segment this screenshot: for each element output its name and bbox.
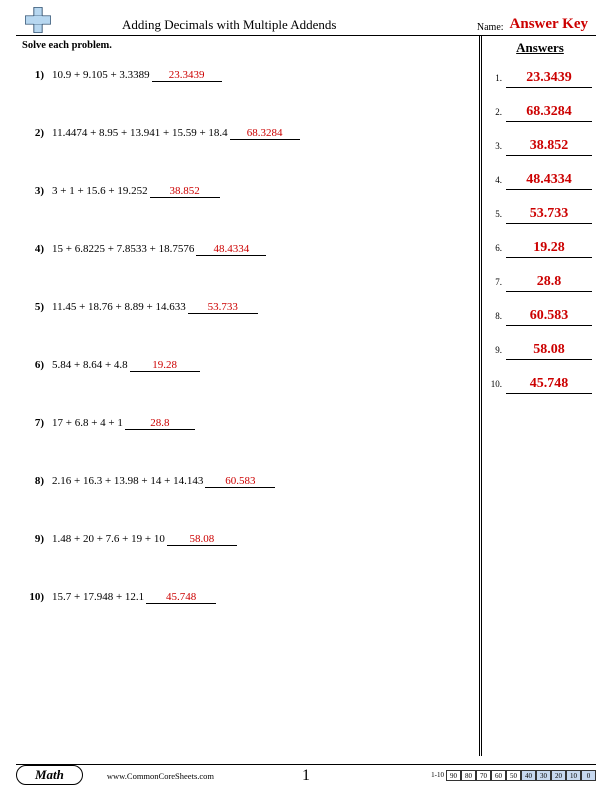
answer-value: 38.852 — [506, 138, 592, 156]
plus-logo-icon — [24, 6, 52, 34]
problem-expression: 11.45 + 18.76 + 8.89 + 14.633 — [52, 301, 186, 313]
problem-number: 1) — [22, 69, 44, 81]
score-cell: 90 — [446, 770, 461, 781]
problem-expression: 10.9 + 9.105 + 3.3389 — [52, 69, 150, 81]
answer-value: 23.3439 — [506, 70, 592, 88]
problem-number: 5) — [22, 301, 44, 313]
divider — [481, 36, 482, 756]
problem-expression: 17 + 6.8 + 4 + 1 — [52, 417, 123, 429]
problem-number: 9) — [22, 533, 44, 545]
answer-value: 68.3284 — [506, 104, 592, 122]
problem-expression: 15.7 + 17.948 + 12.1 — [52, 591, 144, 603]
answers-heading: Answers — [488, 40, 592, 56]
answer-value: 45.748 — [506, 376, 592, 394]
problem-answer-blank: 38.852 — [150, 185, 220, 198]
worksheet-page: Adding Decimals with Multiple Addends Na… — [0, 0, 612, 792]
score-cell: 70 — [476, 770, 491, 781]
worksheet-title: Adding Decimals with Multiple Addends — [58, 17, 477, 33]
problem-answer-blank: 19.28 — [130, 359, 200, 372]
problem-expression: 15 + 6.8225 + 7.8533 + 18.7576 — [52, 243, 194, 255]
answer-row: 4. 48.4334 — [488, 172, 592, 190]
problem-answer-blank: 28.8 — [125, 417, 195, 430]
score-cell: 20 — [551, 770, 566, 781]
problem-answer-blank: 45.748 — [146, 591, 216, 604]
score-cell: 80 — [461, 770, 476, 781]
answer-row: 1. 23.3439 — [488, 70, 592, 88]
answer-value: 48.4334 — [506, 172, 592, 190]
answer-row: 10. 45.748 — [488, 376, 592, 394]
problem-number: 2) — [22, 127, 44, 139]
problem-expression: 2.16 + 16.3 + 13.98 + 14 + 14.143 — [52, 475, 203, 487]
problem-row: 9) 1.48 + 20 + 7.6 + 19 + 10 58.08 — [22, 533, 471, 546]
score-grid: 1-10 90 80 70 60 50 40 30 20 10 0 — [431, 770, 596, 781]
site-url: www.CommonCoreSheets.com — [107, 771, 214, 781]
problem-answer-blank: 23.3439 — [152, 69, 222, 82]
score-cell: 40 — [521, 770, 536, 781]
instruction: Solve each problem. — [22, 40, 471, 51]
answer-number: 8. — [488, 311, 502, 321]
problem-number: 10) — [22, 591, 44, 603]
answer-number: 2. — [488, 107, 502, 117]
answer-row: 2. 68.3284 — [488, 104, 592, 122]
answer-number: 7. — [488, 277, 502, 287]
problem-answer-blank: 53.733 — [188, 301, 258, 314]
answer-key-label: Answer Key — [510, 16, 588, 33]
problem-number: 4) — [22, 243, 44, 255]
answer-number: 3. — [488, 141, 502, 151]
answer-number: 5. — [488, 209, 502, 219]
problem-row: 7) 17 + 6.8 + 4 + 1 28.8 — [22, 417, 471, 430]
answer-number: 1. — [488, 73, 502, 83]
header: Adding Decimals with Multiple Addends Na… — [16, 0, 596, 36]
score-cell: 10 — [566, 770, 581, 781]
problem-expression: 1.48 + 20 + 7.6 + 19 + 10 — [52, 533, 165, 545]
answer-value: 19.28 — [506, 240, 592, 258]
page-number: 1 — [302, 767, 310, 785]
problems-area: Solve each problem. 1) 10.9 + 9.105 + 3.… — [16, 36, 480, 756]
problem-row: 3) 3 + 1 + 15.6 + 19.252 38.852 — [22, 185, 471, 198]
answer-number: 4. — [488, 175, 502, 185]
problem-answer-blank: 60.583 — [205, 475, 275, 488]
problem-row: 2) 11.4474 + 8.95 + 13.941 + 15.59 + 18.… — [22, 127, 471, 140]
problem-answer-blank: 58.08 — [167, 533, 237, 546]
answer-number: 6. — [488, 243, 502, 253]
problem-expression: 5.84 + 8.64 + 4.8 — [52, 359, 128, 371]
answer-value: 60.583 — [506, 308, 592, 326]
answer-value: 28.8 — [506, 274, 592, 292]
problem-row: 4) 15 + 6.8225 + 7.8533 + 18.7576 48.433… — [22, 243, 471, 256]
problem-row: 6) 5.84 + 8.64 + 4.8 19.28 — [22, 359, 471, 372]
problem-number: 6) — [22, 359, 44, 371]
score-range-label: 1-10 — [431, 770, 446, 781]
answer-row: 8. 60.583 — [488, 308, 592, 326]
problem-expression: 3 + 1 + 15.6 + 19.252 — [52, 185, 148, 197]
score-cell: 0 — [581, 770, 596, 781]
score-cell: 50 — [506, 770, 521, 781]
problem-row: 5) 11.45 + 18.76 + 8.89 + 14.633 53.733 — [22, 301, 471, 314]
answer-number: 10. — [488, 379, 502, 389]
answer-row: 7. 28.8 — [488, 274, 592, 292]
subject-badge: Math — [16, 765, 83, 785]
problem-number: 3) — [22, 185, 44, 197]
content: Solve each problem. 1) 10.9 + 9.105 + 3.… — [16, 36, 596, 756]
answer-row: 3. 38.852 — [488, 138, 592, 156]
answer-row: 5. 53.733 — [488, 206, 592, 224]
problem-expression: 11.4474 + 8.95 + 13.941 + 15.59 + 18.4 — [52, 127, 228, 139]
problem-row: 10) 15.7 + 17.948 + 12.1 45.748 — [22, 591, 471, 604]
problem-row: 8) 2.16 + 16.3 + 13.98 + 14 + 14.143 60.… — [22, 475, 471, 488]
name-label: Name: — [477, 22, 504, 33]
score-cell: 60 — [491, 770, 506, 781]
answers-sidebar: Answers 1. 23.3439 2. 68.3284 3. 38.852 … — [480, 36, 596, 756]
answer-value: 53.733 — [506, 206, 592, 224]
problem-answer-blank: 48.4334 — [196, 243, 266, 256]
answer-value: 58.08 — [506, 342, 592, 360]
problem-number: 8) — [22, 475, 44, 487]
answer-row: 9. 58.08 — [488, 342, 592, 360]
problem-answer-blank: 68.3284 — [230, 127, 300, 140]
footer: Math www.CommonCoreSheets.com 1 1-10 90 … — [16, 764, 596, 786]
problem-number: 7) — [22, 417, 44, 429]
score-cell: 30 — [536, 770, 551, 781]
problem-row: 1) 10.9 + 9.105 + 3.3389 23.3439 — [22, 69, 471, 82]
answer-row: 6. 19.28 — [488, 240, 592, 258]
answer-number: 9. — [488, 345, 502, 355]
